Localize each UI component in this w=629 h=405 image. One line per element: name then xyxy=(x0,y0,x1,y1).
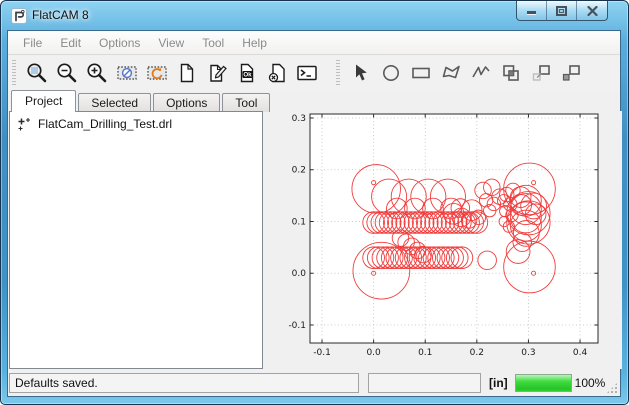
copy-object-button[interactable] xyxy=(526,59,556,87)
rectangle-icon xyxy=(409,61,433,85)
svg-text:0.1: 0.1 xyxy=(418,348,432,358)
svg-text:0.4: 0.4 xyxy=(573,348,588,358)
panel-tabs: Project Selected Options Tool xyxy=(11,92,272,112)
union-icon xyxy=(499,61,523,85)
open-project-button[interactable] xyxy=(202,59,232,87)
svg-text:Ok: Ok xyxy=(243,71,252,78)
zoom-in-icon xyxy=(85,61,109,85)
zoom-in-button[interactable] xyxy=(82,59,112,87)
menu-view[interactable]: View xyxy=(149,32,193,54)
new-project-button[interactable] xyxy=(172,59,202,87)
polyline-icon xyxy=(469,61,493,85)
tab-tool[interactable]: Tool xyxy=(222,93,270,112)
tab-selected[interactable]: Selected xyxy=(78,93,151,112)
delete-object-button[interactable] xyxy=(262,59,292,87)
close-button[interactable] xyxy=(577,1,607,20)
zoom-fit-button[interactable] xyxy=(22,59,52,87)
progress-bar xyxy=(515,374,572,392)
pointer-icon xyxy=(349,61,373,85)
select-tool-button[interactable] xyxy=(346,59,376,87)
move-object-button[interactable] xyxy=(556,59,586,87)
zoom-fit-icon xyxy=(25,61,49,85)
resize-grip[interactable] xyxy=(607,383,617,393)
tree-item-drill-file[interactable]: FlatCam_Drilling_Test.drl xyxy=(10,112,262,134)
zoom-out-icon xyxy=(55,61,79,85)
svg-text:0.0: 0.0 xyxy=(292,269,307,279)
menu-file[interactable]: File xyxy=(14,32,51,54)
union-button[interactable] xyxy=(496,59,526,87)
clear-plot-icon xyxy=(115,61,139,85)
terminal-icon xyxy=(295,61,319,85)
plot-svg: -0.1 0.0 0.1 0.2 0.3 0.4 -0.1 0.0 0.1 0.2 0.3 xyxy=(279,111,622,369)
svg-text:-0.1: -0.1 xyxy=(313,348,331,358)
zoom-out-button[interactable] xyxy=(52,59,82,87)
menu-options[interactable]: Options xyxy=(90,32,149,54)
ok-file-icon: Ok xyxy=(235,61,259,85)
tab-options[interactable]: Options xyxy=(153,93,220,112)
svg-text:0.2: 0.2 xyxy=(470,348,484,358)
menu-help[interactable]: Help xyxy=(233,32,276,54)
status-bar: Defaults saved. [in] 100% xyxy=(8,369,620,396)
window-title: FlatCAM 8 xyxy=(32,8,89,22)
maximize-button[interactable] xyxy=(547,1,577,20)
draw-polygon-button[interactable] xyxy=(436,59,466,87)
replot-icon xyxy=(145,61,169,85)
tab-project[interactable]: Project xyxy=(11,90,76,112)
svg-text:0.3: 0.3 xyxy=(292,114,306,124)
app-window: FlatCAM 8 File Edit Options View Tool He… xyxy=(0,0,629,405)
units-label: [in] xyxy=(489,376,508,390)
caption-buttons xyxy=(516,1,608,21)
svg-text:0.0: 0.0 xyxy=(366,348,381,358)
tree-item-label: FlatCam_Drilling_Test.drl xyxy=(38,117,172,131)
tool-bar: Ok xyxy=(8,55,620,91)
replot-button[interactable] xyxy=(142,59,172,87)
menu-tool[interactable]: Tool xyxy=(193,32,233,54)
toolbar-handle[interactable] xyxy=(12,60,16,86)
title-bar[interactable]: FlatCAM 8 xyxy=(1,1,628,30)
circle-icon xyxy=(379,61,403,85)
clear-plot-button[interactable] xyxy=(112,59,142,87)
drill-icon xyxy=(16,116,32,132)
draw-circle-button[interactable] xyxy=(376,59,406,87)
status-field-2 xyxy=(368,373,481,393)
toolbar-handle-2[interactable] xyxy=(336,60,340,86)
polygon-icon xyxy=(439,61,463,85)
new-file-icon xyxy=(175,61,199,85)
status-message: Defaults saved. xyxy=(9,373,359,393)
delete-file-icon xyxy=(265,61,289,85)
svg-text:0.2: 0.2 xyxy=(292,166,306,176)
plot-area[interactable]: -0.1 0.0 0.1 0.2 0.3 0.4 -0.1 0.0 0.1 0.2 0.3 xyxy=(279,111,622,369)
copy-icon xyxy=(529,61,553,85)
svg-text:0.1: 0.1 xyxy=(292,217,306,227)
flatcam-logo-icon xyxy=(11,8,27,24)
draw-rectangle-button[interactable] xyxy=(406,59,436,87)
menu-bar: File Edit Options View Tool Help xyxy=(8,31,620,55)
move-icon xyxy=(559,61,583,85)
svg-text:0.3: 0.3 xyxy=(521,348,535,358)
save-project-button[interactable]: Ok xyxy=(232,59,262,87)
menu-edit[interactable]: Edit xyxy=(51,32,90,54)
client-area: File Edit Options View Tool Help xyxy=(7,30,621,397)
progress-percent: 100% xyxy=(575,376,606,390)
svg-text:-0.1: -0.1 xyxy=(288,321,306,331)
shell-button[interactable] xyxy=(292,59,322,87)
project-tree[interactable]: FlatCam_Drilling_Test.drl xyxy=(9,111,263,369)
minimize-button[interactable] xyxy=(517,1,547,20)
edit-file-icon xyxy=(205,61,229,85)
draw-polyline-button[interactable] xyxy=(466,59,496,87)
